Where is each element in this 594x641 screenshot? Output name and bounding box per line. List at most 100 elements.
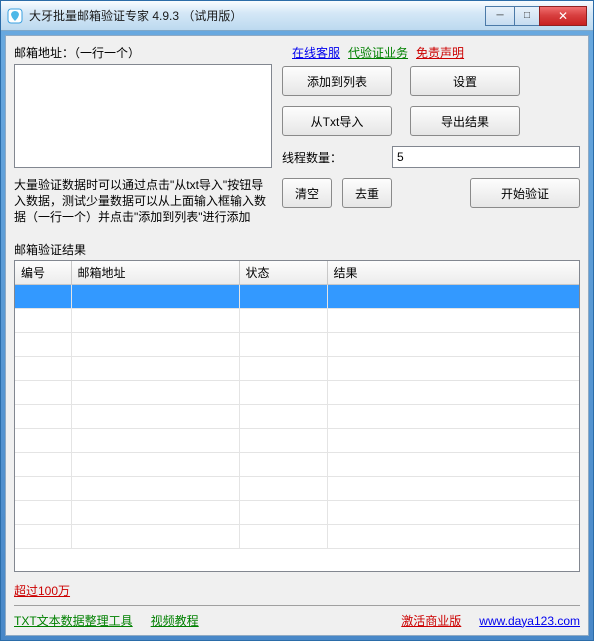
table-cell: [71, 525, 239, 549]
activate-link[interactable]: 激活商业版: [401, 612, 461, 629]
table-cell: [15, 525, 71, 549]
table-cell: [239, 453, 327, 477]
proxy-service-link[interactable]: 代验证业务: [348, 44, 408, 61]
table-cell: [15, 357, 71, 381]
footer-divider: [14, 605, 580, 606]
dedup-button[interactable]: 去重: [342, 178, 392, 208]
table-row[interactable]: [15, 453, 579, 477]
table-row[interactable]: [15, 429, 579, 453]
table-cell: [71, 309, 239, 333]
table-cell: [15, 429, 71, 453]
txt-tool-link[interactable]: TXT文本数据整理工具: [14, 612, 133, 629]
table-cell: [15, 285, 71, 309]
table-cell: [15, 333, 71, 357]
clear-button[interactable]: 清空: [282, 178, 332, 208]
table-cell: [327, 501, 579, 525]
table-cell: [15, 501, 71, 525]
window-title: 大牙批量邮箱验证专家 4.9.3 （试用版）: [29, 7, 486, 24]
table-cell: [15, 381, 71, 405]
minimize-icon: ─: [496, 10, 503, 21]
table-cell: [71, 333, 239, 357]
col-header-addr[interactable]: 邮箱地址: [71, 261, 239, 285]
table-row[interactable]: [15, 405, 579, 429]
import-txt-button[interactable]: 从Txt导入: [282, 106, 392, 136]
table-cell: [15, 405, 71, 429]
controls-column: 在线客服 代验证业务 免责声明 添加到列表 设置 从Txt导入 导出结果 线程数…: [282, 42, 580, 225]
table-cell: [15, 453, 71, 477]
table-cell: [327, 381, 579, 405]
table-row[interactable]: [15, 285, 579, 309]
table-row[interactable]: [15, 309, 579, 333]
top-links: 在线客服 代验证业务 免责声明: [282, 42, 580, 62]
table-row[interactable]: [15, 357, 579, 381]
table-cell: [327, 429, 579, 453]
table-row[interactable]: [15, 501, 579, 525]
disclaimer-link[interactable]: 免责声明: [416, 44, 464, 61]
settings-button[interactable]: 设置: [410, 66, 520, 96]
table-cell: [15, 309, 71, 333]
table-cell: [239, 309, 327, 333]
table-cell: [239, 285, 327, 309]
table-row[interactable]: [15, 333, 579, 357]
client-area: 邮箱地址：（一行一个） 大量验证数据时可以通过点击"从txt导入"按钮导入数据，…: [5, 35, 589, 636]
hint-text: 大量验证数据时可以通过点击"从txt导入"按钮导入数据，测试少量数据可以从上面输…: [14, 177, 272, 225]
footer-links: TXT文本数据整理工具 视频教程 激活商业版 www.daya123.com: [14, 612, 580, 631]
email-input[interactable]: [14, 64, 272, 168]
table-row[interactable]: [15, 477, 579, 501]
site-link[interactable]: www.daya123.com: [479, 614, 580, 628]
table-cell: [327, 405, 579, 429]
input-column: 邮箱地址：（一行一个） 大量验证数据时可以通过点击"从txt导入"按钮导入数据，…: [14, 42, 272, 225]
table-cell: [239, 477, 327, 501]
table-cell: [239, 381, 327, 405]
table-cell: [71, 381, 239, 405]
table-cell: [239, 429, 327, 453]
table-cell: [71, 429, 239, 453]
table-cell: [327, 333, 579, 357]
export-result-button[interactable]: 导出结果: [410, 106, 520, 136]
table-cell: [327, 525, 579, 549]
table-cell: [71, 453, 239, 477]
table-cell: [327, 357, 579, 381]
over-million-link[interactable]: 超过100万: [14, 584, 70, 598]
titlebar[interactable]: 大牙批量邮箱验证专家 4.9.3 （试用版） ─ □ ✕: [1, 1, 593, 31]
thread-count-input[interactable]: [392, 146, 580, 168]
email-input-label: 邮箱地址：（一行一个）: [14, 44, 140, 61]
close-button[interactable]: ✕: [539, 6, 587, 26]
table-cell: [239, 333, 327, 357]
col-header-no[interactable]: 编号: [15, 261, 71, 285]
table-cell: [239, 525, 327, 549]
table-cell: [71, 405, 239, 429]
table-cell: [327, 285, 579, 309]
result-table: 编号 邮箱地址 状态 结果: [15, 261, 579, 549]
table-cell: [71, 477, 239, 501]
table-cell: [15, 477, 71, 501]
app-window: 大牙批量邮箱验证专家 4.9.3 （试用版） ─ □ ✕ 邮箱地址：（一行一个）…: [0, 0, 594, 641]
col-header-result[interactable]: 结果: [327, 261, 579, 285]
table-cell: [71, 285, 239, 309]
footer-area: 超过100万 TXT文本数据整理工具 视频教程 激活商业版 www.daya12…: [14, 578, 580, 631]
button-grid: 添加到列表 设置 从Txt导入 导出结果 线程数量： 清空 去重: [282, 66, 580, 208]
maximize-button[interactable]: □: [514, 6, 540, 26]
online-service-link[interactable]: 在线客服: [292, 44, 340, 61]
video-tutorial-link[interactable]: 视频教程: [151, 612, 199, 629]
add-to-list-button[interactable]: 添加到列表: [282, 66, 392, 96]
col-header-status[interactable]: 状态: [239, 261, 327, 285]
table-cell: [71, 357, 239, 381]
table-cell: [327, 477, 579, 501]
close-icon: ✕: [558, 9, 568, 23]
table-cell: [327, 453, 579, 477]
minimize-button[interactable]: ─: [485, 6, 515, 26]
table-row[interactable]: [15, 525, 579, 549]
table-cell: [239, 357, 327, 381]
upper-panel: 邮箱地址：（一行一个） 大量验证数据时可以通过点击"从txt导入"按钮导入数据，…: [14, 42, 580, 225]
start-verify-button[interactable]: 开始验证: [470, 178, 580, 208]
result-table-wrap: 编号 邮箱地址 状态 结果: [14, 260, 580, 572]
table-title: 邮箱验证结果: [14, 241, 580, 258]
table-cell: [327, 309, 579, 333]
table-cell: [239, 405, 327, 429]
window-controls: ─ □ ✕: [486, 6, 587, 26]
table-cell: [239, 501, 327, 525]
table-row[interactable]: [15, 381, 579, 405]
maximize-icon: □: [524, 10, 530, 21]
table-cell: [71, 501, 239, 525]
